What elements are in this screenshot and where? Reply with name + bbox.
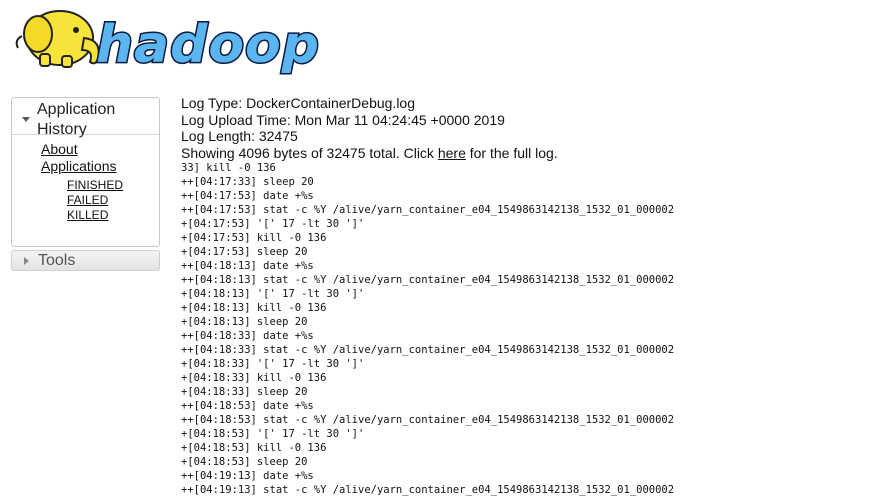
showing-prefix: Showing 4096 bytes of 32475 total. Click (181, 144, 438, 161)
log-line: ++[04:17:53] date +%s (181, 190, 314, 202)
tools-panel-header[interactable]: Tools (11, 250, 160, 271)
showing-suffix: for the full log. (465, 144, 558, 161)
log-length: Log Length: 32475 (181, 128, 298, 144)
tools-label[interactable]: Tools (38, 252, 75, 270)
chevron-right-icon[interactable] (24, 256, 29, 265)
log-line: ++[04:18:33] date +%s (181, 330, 314, 342)
log-text[interactable]: 33] kill -0 136 ++[04:17:33] sleep 20 ++[0… (181, 161, 881, 497)
log-line: ++[04:18:53] stat -c %Y /alive/yarn_cont… (181, 414, 675, 426)
application-history-header[interactable]: Application History (12, 98, 159, 138)
nav-links: About Applications FINISHED FAILED KILLE… (12, 135, 159, 223)
application-state-links: FINISHED FAILED KILLED (41, 175, 159, 223)
log-line: ++[04:19:13] stat -c %Y /alive/yarn_cont… (181, 484, 675, 496)
log-line: +[04:17:53] sleep 20 (181, 246, 308, 258)
log-line: ++[04:18:13] date +%s (181, 260, 314, 272)
log-line: ++[04:18:13] stat -c %Y /alive/yarn_cont… (181, 274, 675, 286)
log-line: ++[04:17:53] stat -c %Y /alive/yarn_cont… (181, 204, 675, 216)
log-line: +[04:17:53] '[' 17 -lt 30 ']' (181, 218, 365, 230)
application-history-panel: Application History About Applications F… (11, 97, 160, 247)
log-line: +[04:18:53] kill -0 136 (181, 442, 327, 454)
log-upload-time: Log Upload Time: Mon Mar 11 04:24:45 +00… (181, 111, 505, 128)
log-showing-line: Showing 4096 bytes of 32475 total. Click… (181, 145, 881, 162)
log-line: +[04:18:33] sleep 20 (181, 386, 308, 398)
nav-link-about[interactable]: About (41, 141, 159, 158)
chevron-down-icon[interactable] (22, 117, 30, 122)
log-type: Log Type: DockerContainerDebug.log (181, 95, 416, 111)
nav-link-failed[interactable]: FAILED (67, 193, 159, 208)
log-line: +[04:18:13] sleep 20 (181, 316, 308, 328)
log-line: ++[04:18:33] stat -c %Y /alive/yarn_cont… (181, 344, 675, 356)
log-line: +[04:18:13] kill -0 136 (181, 302, 327, 314)
nav-link-finished[interactable]: FINISHED (67, 178, 159, 193)
hadoop-wordmark: hadoop (96, 15, 320, 75)
sidebar: Application History About Applications F… (11, 97, 160, 271)
hadoop-elephant-icon: hadoop (15, 10, 320, 77)
log-line: 33] kill -0 136 (181, 162, 276, 174)
panel-title[interactable]: Application History (37, 100, 155, 140)
nav-link-killed[interactable]: KILLED (67, 208, 159, 223)
full-log-link[interactable]: here (438, 145, 466, 161)
log-line: +[04:18:53] sleep 20 (181, 456, 308, 468)
log-line: ++[04:17:33] sleep 20 (181, 176, 314, 188)
log-line: +[04:17:53] kill -0 136 (181, 232, 327, 244)
hadoop-logo: hadoop (10, 0, 320, 78)
log-line: +[04:18:33] '[' 17 -lt 30 ']' (181, 358, 365, 370)
log-line: +[04:18:33] kill -0 136 (181, 372, 327, 384)
nav-link-applications[interactable]: Applications (41, 158, 159, 175)
log-line: ++[04:19:13] date +%s (181, 470, 314, 482)
log-line: ++[04:18:53] date +%s (181, 400, 314, 412)
log-line: +[04:18:13] '[' 17 -lt 30 ']' (181, 288, 365, 300)
log-content: Log Type: DockerContainerDebug.log Log U… (181, 95, 881, 497)
log-line: +[04:18:53] '[' 17 -lt 30 ']' (181, 428, 365, 440)
